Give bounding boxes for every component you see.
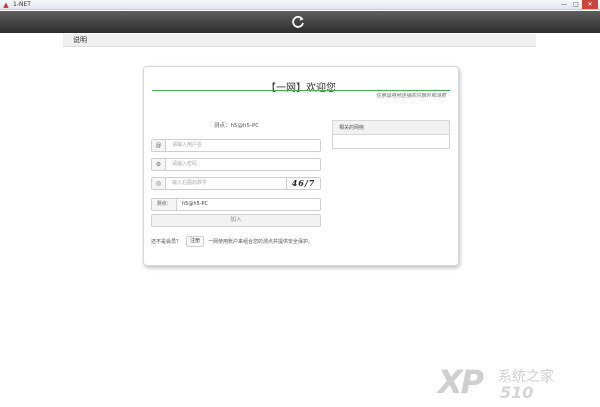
node-field[interactable]: 测点： h5@h5-PC — [151, 198, 321, 211]
title-divider — [152, 90, 450, 91]
related-networks-panel: 相关的网络 — [332, 120, 450, 149]
username-input[interactable]: 请输入用户名 — [172, 140, 202, 151]
password-input[interactable]: 请输入密码 — [172, 159, 197, 170]
watermark-xp: XP — [438, 363, 484, 401]
watermark-logo: XP 系统之家 510 — [438, 363, 598, 405]
node-input[interactable]: h5@h5-PC — [182, 199, 208, 210]
login-card: 【一网】欢迎您 任意适用地连接的只额外和消费 测点：h5@h5-PC @ 请输入… — [143, 66, 459, 266]
page-subtitle: 任意适用地连接的只额外和消费 — [375, 93, 446, 99]
register-button[interactable]: 注册 — [186, 236, 204, 247]
captcha-field[interactable]: ◎ 输入右图的数字 46/7 — [151, 177, 321, 190]
node-info: 测点：h5@h5-PC — [214, 123, 260, 129]
join-button[interactable]: 加入 — [151, 214, 321, 227]
window-titlebar: ▲ 1-NET — □ ✕ — [0, 0, 600, 10]
password-field[interactable]: ⚙ 请输入密码 — [151, 158, 321, 171]
captcha-icon: ◎ — [152, 178, 166, 189]
user-icon: @ — [152, 140, 166, 151]
window-title: 1-NET — [13, 1, 31, 8]
username-field[interactable]: @ 请输入用户名 — [151, 139, 321, 152]
minimize-button[interactable]: — — [558, 0, 570, 9]
window-controls: — □ ✕ — [558, 0, 598, 10]
menu-item-help[interactable]: 说明 — [73, 34, 87, 47]
not-member-text: 还不是会员？ — [151, 239, 182, 245]
close-button[interactable]: ✕ — [582, 0, 598, 9]
captcha-image[interactable]: 46/7 — [286, 178, 320, 189]
menu-strip: 说明 — [63, 34, 536, 47]
top-toolbar — [0, 11, 600, 33]
key-icon: ⚙ — [152, 159, 166, 170]
refresh-icon[interactable] — [290, 14, 306, 30]
app-logo-icon: ▲ — [3, 1, 9, 9]
maximize-button[interactable]: □ — [570, 0, 582, 9]
node-label: 测点： — [152, 199, 177, 210]
register-description: 一网使用账户来组合您的测点并提供安全保护。 — [208, 239, 314, 245]
related-networks-header: 相关的网络 — [333, 121, 449, 135]
watermark-num: 510 — [500, 383, 534, 402]
captcha-input[interactable]: 输入右图的数字 — [172, 178, 207, 189]
